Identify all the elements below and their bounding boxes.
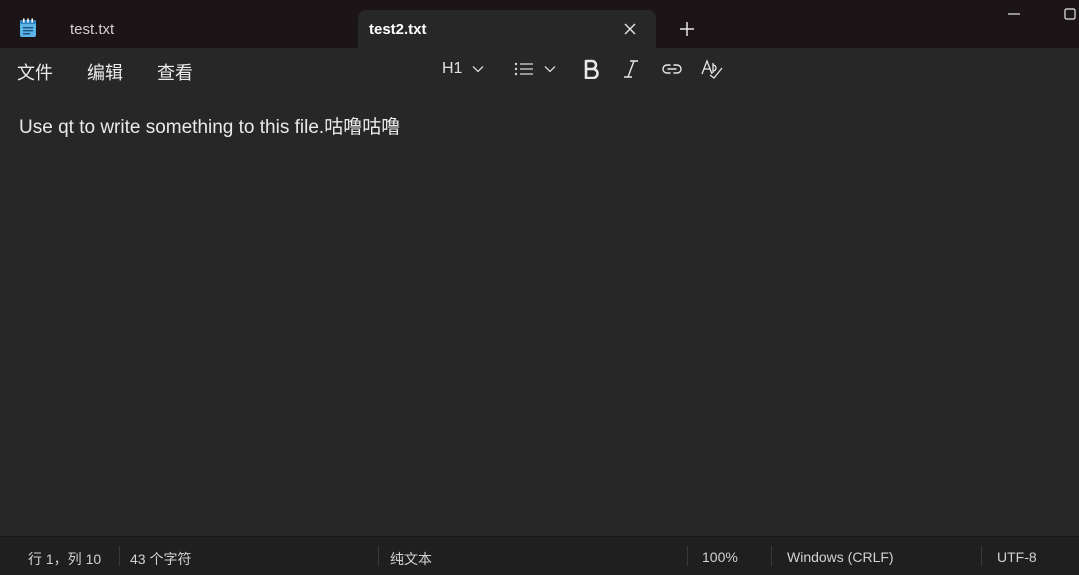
status-divider <box>687 546 688 566</box>
spellcheck-button[interactable] <box>701 58 723 80</box>
tab-test-txt[interactable]: test.txt <box>56 10 356 48</box>
editor-content[interactable]: Use qt to write something to this file.咕… <box>19 112 400 139</box>
status-divider <box>378 546 379 566</box>
list-icon <box>514 62 533 76</box>
encoding[interactable]: UTF-8 <box>997 549 1037 565</box>
text-format[interactable]: 纯文本 <box>390 549 432 569</box>
notepad-icon <box>20 18 36 37</box>
menu-edit[interactable]: 编辑 <box>87 59 123 85</box>
heading-label: H1 <box>442 60 463 77</box>
minimize-icon[interactable] <box>1007 8 1021 20</box>
chevron-down-icon <box>544 66 556 73</box>
italic-button[interactable] <box>622 58 640 80</box>
chevron-down-icon <box>472 66 484 73</box>
bold-button[interactable] <box>582 58 600 80</box>
heading-dropdown[interactable]: H1 <box>442 58 484 80</box>
list-dropdown[interactable] <box>514 58 556 80</box>
character-count: 43 个字符 <box>130 551 192 567</box>
status-bar: 行 1，列 10 43 个字符 纯文本 100% Windows (CRLF) … <box>0 536 1079 575</box>
cursor-position: 行 1，列 10 <box>28 551 102 567</box>
plus-icon[interactable] <box>678 20 696 38</box>
menu-file[interactable]: 文件 <box>17 59 53 85</box>
status-divider <box>981 546 982 566</box>
spellcheck-icon <box>701 59 723 79</box>
status-divider <box>771 546 772 566</box>
bold-icon <box>584 59 599 79</box>
status-divider <box>119 546 120 566</box>
italic-icon <box>624 60 638 78</box>
tab-label: test2.txt <box>369 20 427 38</box>
tab-label: test.txt <box>70 20 115 38</box>
link-icon <box>662 64 682 74</box>
maximize-icon[interactable] <box>1064 8 1076 20</box>
tab-test2-txt[interactable]: test2.txt <box>358 10 656 48</box>
zoom-level[interactable]: 100% <box>702 549 738 565</box>
link-button[interactable] <box>661 58 683 80</box>
menu-view[interactable]: 查看 <box>157 59 193 85</box>
text-editor[interactable]: Use qt to write something to this file.咕… <box>0 90 1079 536</box>
title-bar: test.txt test2.txt <box>0 0 1079 48</box>
menu-bar: 文件 编辑 查看 H1 <box>0 48 1079 90</box>
close-icon[interactable] <box>622 21 638 37</box>
line-ending[interactable]: Windows (CRLF) <box>787 549 894 565</box>
